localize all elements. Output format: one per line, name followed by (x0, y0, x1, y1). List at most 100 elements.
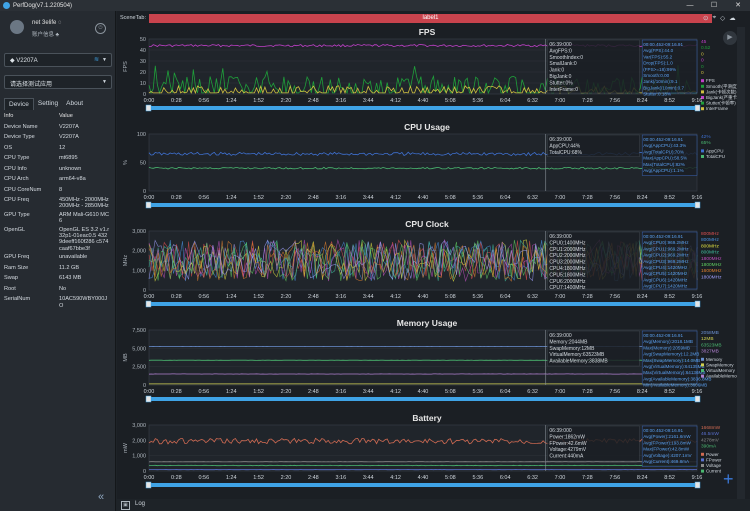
close-button[interactable]: ✕ (726, 0, 750, 11)
range-end-handle[interactable] (694, 300, 701, 308)
collapse-sidebar-icon[interactable]: « (98, 491, 104, 503)
log-checkbox[interactable]: ▣ (121, 501, 130, 510)
x-tick-label: 7:56 (609, 98, 620, 104)
x-tick-label: 9:16 (692, 475, 703, 481)
range-end-handle[interactable] (694, 395, 701, 403)
x-tick-label: 8:24 (637, 98, 648, 104)
vertical-scrollbar[interactable] (737, 27, 745, 499)
time-range-slider[interactable] (149, 397, 697, 401)
chart-title: Memory Usage (397, 318, 458, 328)
cloud-icon[interactable]: ☁ (729, 14, 736, 22)
table-row: CPU Type mt6895 (4, 153, 110, 164)
x-tick-label: 1:52 (253, 195, 264, 201)
location-icon[interactable]: ⊙ (703, 14, 708, 22)
range-end-handle[interactable] (694, 104, 701, 112)
tooltip-text: Memory:2044MB (549, 339, 588, 345)
legend-item[interactable]: TotalCPU (706, 154, 725, 159)
info-value: 10AC590WBY000J O (58, 296, 108, 309)
tooltip-text: Avg(VirtualMemory):64135MB (643, 364, 704, 369)
x-tick-label: 6:04 (500, 98, 511, 104)
x-tick-label: 6:32 (527, 98, 538, 104)
x-tick-label: 4:12 (390, 294, 401, 300)
diamond-icon[interactable]: ◇ (720, 14, 725, 22)
current-value: 390mA (701, 444, 717, 450)
legend-item[interactable]: Memory (706, 357, 723, 362)
add-chart-button[interactable]: + (723, 469, 734, 490)
range-start-handle[interactable] (145, 104, 152, 112)
tooltip-text: SmoothIndex:0 (549, 55, 583, 61)
current-value: 1600MHz (701, 268, 722, 274)
legend-item[interactable]: SwapMemory (706, 362, 734, 367)
current-value: 800MHz (701, 237, 719, 243)
x-tick-label: 2:20 (281, 195, 292, 201)
range-start-handle[interactable] (145, 300, 152, 308)
scene-label-bar[interactable]: label1 (149, 14, 712, 23)
logout-icon[interactable]: ⏻ (95, 23, 106, 34)
legend-item[interactable]: Voltage (706, 463, 722, 468)
app-select[interactable]: 请选择测试应用 ▼ (4, 75, 112, 89)
info-value: mt6895 (58, 155, 78, 161)
maximize-button[interactable]: ☐ (702, 0, 726, 11)
time-range-slider[interactable] (149, 203, 697, 207)
x-tick-label: 1:52 (253, 475, 264, 481)
time-range-slider[interactable] (149, 483, 697, 487)
x-tick-label: 2:20 (281, 389, 292, 395)
marker-icon[interactable]: ⌖ (712, 14, 716, 22)
legend-item[interactable]: Current (706, 469, 722, 474)
tooltip-text: AvgFPS:0 (549, 48, 572, 54)
y-tick-label: 2,000 (132, 249, 146, 255)
tab-device[interactable]: Device (4, 98, 34, 110)
account-info-link[interactable]: 账户信息 ♣ (32, 30, 59, 38)
x-tick-label: 4:40 (418, 98, 429, 104)
avatar[interactable] (10, 20, 24, 34)
info-key: CPU Arch (4, 176, 29, 182)
time-range-slider[interactable] (149, 106, 697, 110)
x-tick-label: 2:48 (308, 294, 319, 300)
legend-item[interactable]: VirtualMemory (706, 368, 736, 373)
current-value: 0 (701, 64, 704, 70)
x-tick-label: 7:28 (582, 389, 593, 395)
range-end-handle[interactable] (694, 201, 701, 209)
range-start-handle[interactable] (145, 481, 152, 489)
chart-cpu-clock: CPU Clock 3,000 2,000 1,000 0 MHz 06:39:000 CPU… (117, 219, 737, 318)
current-value: 3827MB (701, 349, 719, 355)
range-start-handle[interactable] (145, 395, 152, 403)
tooltip-text: SmallJank:0 (549, 61, 576, 67)
device-select[interactable]: ◆ V2207A ≋ ▼ (4, 53, 112, 67)
minimize-button[interactable]: — (678, 0, 702, 11)
legend-item[interactable]: Power (706, 452, 719, 457)
legend-item[interactable]: InterFrame (706, 106, 729, 111)
x-tick-label: 0:00 (144, 195, 155, 201)
play-button[interactable]: ▶ (723, 31, 737, 45)
y-tick-label: 3,000 (132, 229, 146, 235)
legend-item[interactable]: AvailableMemory (706, 374, 737, 379)
legend-item[interactable]: AppCPU (706, 148, 724, 153)
x-tick-label: 2:20 (281, 475, 292, 481)
time-range-slider[interactable] (149, 302, 697, 306)
tooltip-text: AvailableMemory:3838MB (549, 359, 608, 365)
info-value: OpenGL ES 3.2 v1.r32p1-01eac0.5 4329deef… (58, 226, 110, 252)
log-label: Log (135, 501, 146, 507)
tooltip-text: Avg(Power):2161.6mW (643, 434, 691, 439)
tab-about[interactable]: About (62, 98, 87, 109)
legend-item[interactable]: FPS (706, 78, 715, 83)
tooltip-text: 00:00.452-09:16.91 (643, 428, 683, 433)
current-value: 63523MB (701, 342, 722, 348)
tooltip-text: CPU6:2000MHz (549, 279, 586, 285)
x-tick-label: 9:16 (692, 195, 703, 201)
range-start-handle[interactable] (145, 201, 152, 209)
legend-swatch (701, 458, 704, 462)
chart-svg: Memory Usage7,5005,0002,5000MB06:39:000M… (123, 318, 737, 403)
info-key: CPU Type (4, 155, 30, 161)
range-end-handle[interactable] (694, 481, 701, 489)
tooltip-text: (FPS>=18):99% (643, 67, 676, 72)
x-tick-label: 4:12 (390, 475, 401, 481)
tab-setting[interactable]: Setting (34, 98, 62, 109)
tooltip-text: BigJank:0 (549, 74, 571, 80)
legend-item[interactable]: FPower (706, 457, 722, 462)
y-tick-label: 1,000 (132, 268, 146, 274)
info-value: 6143 MB (58, 275, 82, 282)
x-tick-label: 8:52 (664, 294, 675, 300)
table-row: Device Type V2207A (4, 132, 110, 143)
y-tick-label: 3,000 (132, 423, 146, 429)
